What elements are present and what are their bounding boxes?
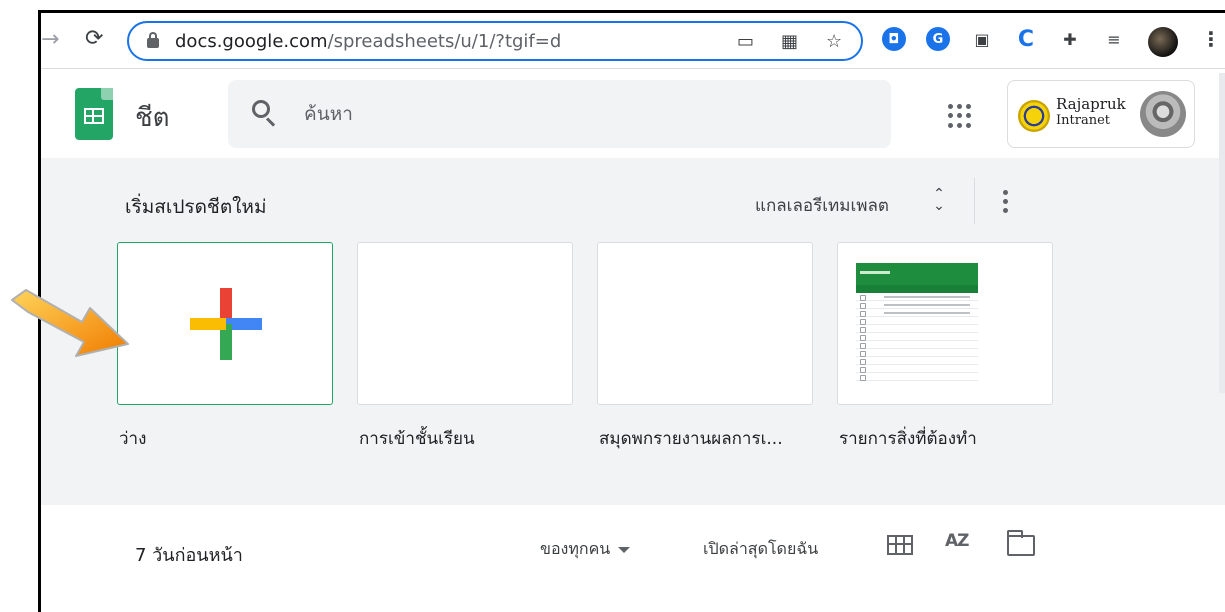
org-subtitle: Intranet <box>1056 113 1110 128</box>
bookmark-star-icon[interactable]: ☆ <box>826 31 842 52</box>
account-avatar[interactable] <box>1140 91 1186 137</box>
cast-icon[interactable]: ▭ <box>737 31 754 52</box>
app-title[interactable]: ชีต <box>135 97 170 138</box>
template-thumbnail[interactable] <box>357 242 573 405</box>
account-switcher[interactable]: Rajapruk Intranet <box>1007 80 1195 148</box>
template-label[interactable]: สมุดพกรายงานผลการเ... <box>597 425 813 452</box>
sheets-logo-icon[interactable] <box>75 88 113 140</box>
browser-window: → ⟳ docs.google.com/spreadsheets/u/1/?tg… <box>38 10 1225 612</box>
extension-c-icon[interactable]: C <box>1014 27 1038 52</box>
template-report-card[interactable]: สมุดพกรายงานผลการเ... <box>597 242 813 452</box>
search-icon[interactable] <box>252 100 278 127</box>
owner-filter-dropdown[interactable]: ของทุกคน <box>540 537 631 562</box>
recent-section-title: 7 วันก่อนหน้า <box>135 545 243 566</box>
plus-icon <box>190 288 262 360</box>
template-todo-list[interactable]: รายการสิ่งที่ต้องทำ <box>837 242 1053 452</box>
search-bar[interactable] <box>228 80 891 148</box>
extension-screen-icon[interactable]: ▣ <box>970 27 994 51</box>
annotation-arrow-icon <box>11 289 129 357</box>
gallery-title: เริ่มสเปรดชีตใหม่ <box>125 196 267 218</box>
extensions-puzzle-icon[interactable]: ✚ <box>1058 27 1082 51</box>
org-name: Rajapruk <box>1056 95 1126 113</box>
url-text[interactable]: docs.google.com/spreadsheets/u/1/?tgif=d <box>175 31 561 52</box>
template-attendance[interactable]: การเข้าชั้นเรียน <box>357 242 573 452</box>
divider <box>974 178 975 224</box>
browser-toolbar: → ⟳ docs.google.com/spreadsheets/u/1/?tg… <box>41 13 1225 69</box>
template-blank[interactable]: ว่าง <box>117 242 333 452</box>
template-thumbnail[interactable] <box>597 242 813 405</box>
template-label[interactable]: ว่าง <box>117 425 333 452</box>
template-thumbnail[interactable] <box>117 242 333 405</box>
sort-az-icon[interactable]: AZ <box>945 531 970 551</box>
unfold-more-icon[interactable]: ⌃ ⌄ <box>930 187 948 216</box>
more-options-icon[interactable] <box>1003 190 1009 216</box>
extension-grammar-icon[interactable]: G <box>926 27 950 51</box>
template-gallery-button[interactable]: แกลเลอรีเทมเพลต <box>755 192 889 219</box>
lock-icon[interactable] <box>147 32 159 48</box>
template-label[interactable]: รายการสิ่งที่ต้องทำ <box>837 425 1053 452</box>
qr-code-icon[interactable]: ▦ <box>781 31 798 52</box>
folder-picker-icon[interactable] <box>1007 530 1035 556</box>
search-input[interactable] <box>304 100 864 128</box>
media-queue-icon[interactable]: ≡ <box>1102 27 1126 51</box>
forward-icon[interactable]: → <box>41 27 59 52</box>
reload-icon[interactable]: ⟳ <box>85 26 103 51</box>
scrollbar[interactable] <box>1219 73 1225 393</box>
browser-menu-icon[interactable]: ⋮ <box>1201 27 1221 51</box>
app-header: ชีต Rajapruk Intranet <box>41 70 1225 158</box>
address-bar[interactable]: docs.google.com/spreadsheets/u/1/?tgif=d… <box>127 21 863 61</box>
recent-files-bar: 7 วันก่อนหน้า ของทุกคน เปิดล่าสุดโดยฉัน … <box>41 505 1225 612</box>
google-apps-icon[interactable] <box>948 104 972 128</box>
template-label[interactable]: การเข้าชั้นเรียน <box>357 425 573 452</box>
browser-profile-avatar[interactable] <box>1148 27 1178 57</box>
grid-view-icon[interactable] <box>887 535 913 555</box>
template-thumbnail[interactable] <box>837 242 1053 405</box>
template-gallery: เริ่มสเปรดชีตใหม่ แกลเลอรีเทมเพลต ⌃ ⌄ ว่า… <box>41 158 1225 505</box>
org-logo <box>1018 100 1050 132</box>
caret-down-icon <box>618 546 631 553</box>
todo-preview <box>856 263 978 401</box>
extension-bitwarden-icon[interactable]: ◘ <box>882 27 906 51</box>
sort-by-button[interactable]: เปิดล่าสุดโดยฉัน <box>703 537 818 562</box>
